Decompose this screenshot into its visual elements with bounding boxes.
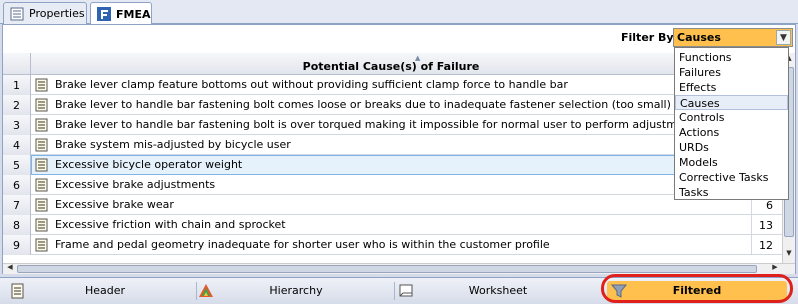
document-icon bbox=[35, 138, 49, 152]
column-header-causes[interactable]: ▲ Potential Cause(s) of Failure bbox=[31, 53, 751, 75]
properties-icon bbox=[10, 7, 24, 21]
document-icon bbox=[35, 198, 49, 212]
cause-text: Brake lever clamp feature bottoms out wi… bbox=[55, 78, 568, 91]
top-tab-bar: Properties FMEA bbox=[0, 0, 798, 25]
row-number[interactable]: 6 bbox=[3, 175, 31, 195]
fmea-icon bbox=[97, 7, 111, 21]
cause-text: Excessive brake adjustments bbox=[55, 178, 216, 191]
document-icon bbox=[35, 98, 49, 112]
tab-hierarchy-label: Hierarchy bbox=[269, 284, 323, 297]
document-icon bbox=[35, 218, 49, 232]
filter-option[interactable]: Failures bbox=[675, 65, 788, 80]
scroll-left-icon[interactable]: ◀ bbox=[4, 263, 16, 275]
cause-cell[interactable]: Excessive friction with chain and sprock… bbox=[31, 215, 751, 235]
cause-text: Brake lever to handle bar fastening bolt… bbox=[55, 118, 737, 131]
scroll-down-icon[interactable]: ▼ bbox=[783, 249, 795, 261]
cause-cell[interactable]: Brake system mis-adjusted by bicycle use… bbox=[31, 135, 751, 155]
document-icon bbox=[35, 178, 49, 192]
row-value[interactable]: 12 bbox=[751, 235, 783, 255]
cause-text: Excessive bicycle operator weight bbox=[55, 158, 243, 171]
cause-text: Frame and pedal geometry inadequate for … bbox=[55, 238, 550, 251]
cause-text: Excessive friction with chain and sprock… bbox=[55, 218, 286, 231]
row-number[interactable]: 5 bbox=[3, 155, 31, 175]
cause-cell[interactable]: Brake lever to handle bar fastening bolt… bbox=[31, 95, 751, 115]
row-number[interactable]: 7 bbox=[3, 195, 31, 215]
filter-by-value: Causes bbox=[677, 31, 721, 44]
filter-option[interactable]: Corrective Tasks bbox=[675, 170, 788, 185]
filter-option[interactable]: Actions bbox=[675, 125, 788, 140]
row-value[interactable]: 13 bbox=[751, 215, 783, 235]
tab-properties[interactable]: Properties bbox=[3, 2, 87, 24]
tab-header[interactable]: Header bbox=[10, 281, 200, 301]
cause-cell[interactable]: Brake lever to handle bar fastening bolt… bbox=[31, 115, 751, 135]
table-row[interactable]: 6 Excessive brake adjustments bbox=[3, 175, 783, 195]
filter-by-label: Filter By bbox=[621, 31, 674, 44]
table-row[interactable]: 8 Excessive friction with chain and sproc… bbox=[3, 215, 783, 235]
filter-option[interactable]: Tasks bbox=[675, 185, 788, 200]
cause-text: Excessive brake wear bbox=[55, 198, 174, 211]
filter-option[interactable]: URDs bbox=[675, 140, 788, 155]
grid-corner bbox=[3, 53, 31, 75]
filter-option[interactable]: Controls bbox=[675, 110, 788, 125]
tab-worksheet-label: Worksheet bbox=[468, 284, 528, 297]
row-number[interactable]: 2 bbox=[3, 95, 31, 115]
document-icon bbox=[35, 118, 49, 132]
filter-option[interactable]: Causes bbox=[675, 95, 788, 110]
cause-cell[interactable]: Excessive brake adjustments bbox=[31, 175, 751, 195]
column-header-label: Potential Cause(s) of Failure bbox=[302, 60, 480, 73]
tab-properties-label: Properties bbox=[29, 7, 85, 20]
cause-cell[interactable]: Excessive brake wear bbox=[31, 195, 751, 215]
document-icon bbox=[35, 158, 49, 172]
table-row[interactable]: 1 Brake lever clamp feature bottoms out w… bbox=[3, 75, 783, 95]
grid-header: ▲ Potential Cause(s) of Failure bbox=[3, 53, 783, 75]
divider bbox=[394, 282, 395, 300]
table-row[interactable]: 9 Frame and pedal geometry inadequate for… bbox=[3, 235, 783, 255]
filter-dropdown-list[interactable]: Functions Failures Effects Causes Controls Ac… bbox=[674, 47, 789, 200]
filter-by-select[interactable]: Causes ▼ bbox=[673, 28, 793, 47]
row-number[interactable]: 1 bbox=[3, 75, 31, 95]
cause-cell[interactable]: Excessive bicycle operator weight bbox=[31, 155, 751, 175]
divider bbox=[196, 282, 197, 300]
row-number[interactable]: 4 bbox=[3, 135, 31, 155]
cause-cell[interactable]: Brake lever clamp feature bottoms out wi… bbox=[31, 75, 751, 95]
document-icon bbox=[35, 78, 49, 92]
filter-option[interactable]: Functions bbox=[675, 50, 788, 65]
row-number[interactable]: 9 bbox=[3, 235, 31, 255]
chevron-down-icon[interactable]: ▼ bbox=[776, 30, 791, 45]
cause-text: Brake system mis-adjusted by bicycle use… bbox=[55, 138, 291, 151]
document-icon bbox=[35, 238, 49, 252]
tab-header-label: Header bbox=[84, 284, 126, 297]
table-row[interactable]: 4 Brake system mis-adjusted by bicycle us… bbox=[3, 135, 783, 155]
tab-fmea-label: FMEA bbox=[116, 7, 151, 21]
filter-option[interactable]: Effects bbox=[675, 80, 788, 95]
highlight-annotation bbox=[601, 274, 793, 303]
table-row[interactable]: 7 Excessive brake wear 6 bbox=[3, 195, 783, 215]
tab-hierarchy[interactable]: Hierarchy bbox=[198, 281, 394, 301]
table-row[interactable]: 5 Excessive bicycle operator weight bbox=[3, 155, 783, 175]
tab-worksheet[interactable]: Worksheet bbox=[398, 281, 598, 301]
table-row[interactable]: 2 Brake lever to handle bar fastening bol… bbox=[3, 95, 783, 115]
row-number[interactable]: 3 bbox=[3, 115, 31, 135]
tab-fmea[interactable]: FMEA bbox=[90, 2, 152, 25]
cause-cell[interactable]: Frame and pedal geometry inadequate for … bbox=[31, 235, 751, 255]
filter-option[interactable]: Models bbox=[675, 155, 788, 170]
horizontal-scroll-thumb[interactable] bbox=[17, 265, 757, 273]
horizontal-scrollbar[interactable]: ◀ ▶ bbox=[3, 263, 795, 274]
row-number[interactable]: 8 bbox=[3, 215, 31, 235]
cause-text: Brake lever to handle bar fastening bolt… bbox=[55, 98, 671, 111]
sort-ascending-icon: ▲ bbox=[415, 54, 421, 62]
table-row[interactable]: 3 Brake lever to handle bar fastening bol… bbox=[3, 115, 783, 135]
